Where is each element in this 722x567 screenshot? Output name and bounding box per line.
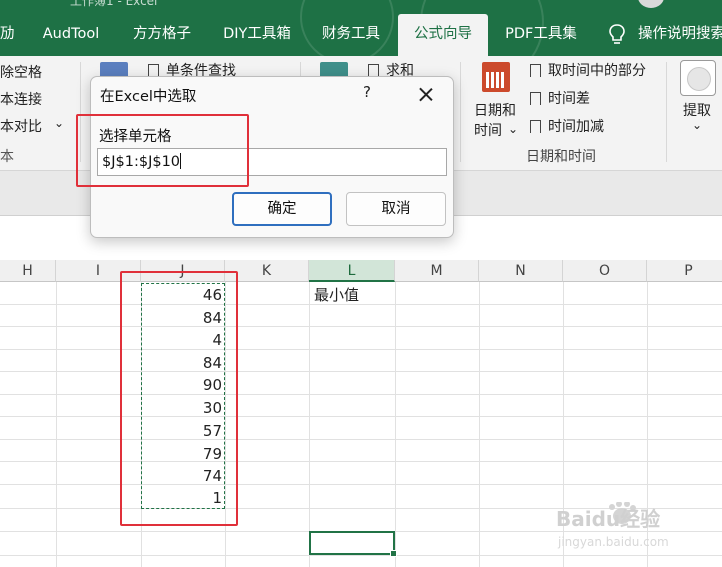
column-header-m[interactable]: M (395, 260, 479, 282)
tab-audtool[interactable]: AudTool (32, 14, 110, 56)
ribbon-item-time-add[interactable]: 时间加减 (530, 116, 604, 136)
grid-line (0, 304, 722, 305)
tab-partial[interactable]: 劢 (0, 14, 15, 56)
bookmark-icon (530, 92, 541, 108)
ribbon-item-remove-spaces[interactable]: 除空格 (0, 62, 42, 82)
grid-line (0, 484, 722, 485)
grid-line (0, 416, 722, 417)
ribbon-item-time-part[interactable]: 取时间中的部分 (530, 60, 646, 80)
bookmark-icon (530, 120, 541, 136)
active-cell-l12[interactable] (309, 531, 397, 557)
ribbon-item-time-diff[interactable]: 时间差 (530, 88, 590, 108)
extract-icon[interactable] (680, 60, 716, 96)
chevron-down-icon[interactable]: ⌄ (54, 116, 64, 130)
avatar[interactable] (638, 0, 664, 8)
ribbon-group-label-datetime: 日期和时间 (526, 149, 596, 165)
extract-button-label[interactable]: 提取 (683, 100, 711, 120)
ribbon-item-text-compare[interactable]: 本对比 (0, 116, 42, 136)
baidu-jingyan-watermark: Baidu经验 jingyan.baidu.com (556, 502, 669, 549)
bookmark-icon (530, 64, 541, 80)
grid-line (0, 326, 722, 327)
lightbulb-icon (609, 24, 625, 44)
ribbon-tab-bar: 工作簿1 - Excel 劢 AudTool 方方格子 DIY工具箱 财务工具 … (0, 0, 722, 56)
window-title: 工作簿1 - Excel (70, 0, 158, 8)
grid-line (479, 282, 480, 567)
date-time-button-line1[interactable]: 日期和 (474, 100, 516, 120)
watermark-text-line1: Baidu经验 (556, 507, 660, 531)
grid-line (0, 461, 722, 462)
tab-diy-toolbox[interactable]: DIY工具箱 (212, 14, 302, 56)
grid-line (56, 282, 57, 567)
tell-me-search[interactable]: 操作说明搜索 (638, 14, 722, 56)
highlight-box-column-j (120, 271, 238, 526)
calendar-icon[interactable] (482, 62, 510, 92)
grid-line (0, 555, 722, 556)
grid-line (395, 282, 396, 567)
ribbon-item-text-join[interactable]: 本连接 (0, 89, 42, 109)
watermark-text-line2: jingyan.baidu.com (557, 535, 669, 549)
tab-formula-wizard[interactable]: 公式向导 (398, 14, 488, 56)
ribbon-item-label: 时间加减 (548, 119, 604, 135)
grid-line (0, 394, 722, 395)
ok-button[interactable]: 确定 (232, 192, 332, 226)
ribbon-item-label: 取时间中的部分 (548, 63, 646, 79)
grid-line (0, 439, 722, 440)
chevron-down-icon[interactable]: ⌄ (508, 122, 518, 136)
ribbon-item-label: 时间差 (548, 91, 590, 107)
tab-finance-tools[interactable]: 财务工具 (312, 14, 390, 56)
column-header-h[interactable]: H (0, 260, 56, 282)
dialog-title: 在Excel中选取 (100, 89, 197, 105)
grid-line (0, 349, 722, 350)
cell-l1[interactable]: 最小值 (314, 284, 359, 306)
column-header-n[interactable]: N (479, 260, 563, 282)
ribbon-group-label-text: 本 (0, 149, 14, 165)
column-header-p[interactable]: P (647, 260, 722, 282)
help-button[interactable]: ? (363, 83, 371, 101)
ribbon-separator (460, 62, 461, 162)
grid-line (309, 282, 310, 567)
grid-line (0, 371, 722, 372)
highlight-box-dialog-field (76, 114, 249, 187)
tab-fangfang-gezi[interactable]: 方方格子 (122, 14, 202, 56)
date-time-button-line2[interactable]: 时间 (474, 120, 502, 140)
column-header-l[interactable]: L (309, 260, 395, 282)
close-icon[interactable] (419, 87, 433, 101)
chevron-down-icon[interactable]: ⌄ (692, 118, 702, 132)
ribbon-separator (666, 62, 667, 162)
column-header-o[interactable]: O (563, 260, 647, 282)
cancel-button[interactable]: 取消 (346, 192, 446, 226)
tab-pdf-tools[interactable]: PDF工具集 (496, 14, 586, 56)
